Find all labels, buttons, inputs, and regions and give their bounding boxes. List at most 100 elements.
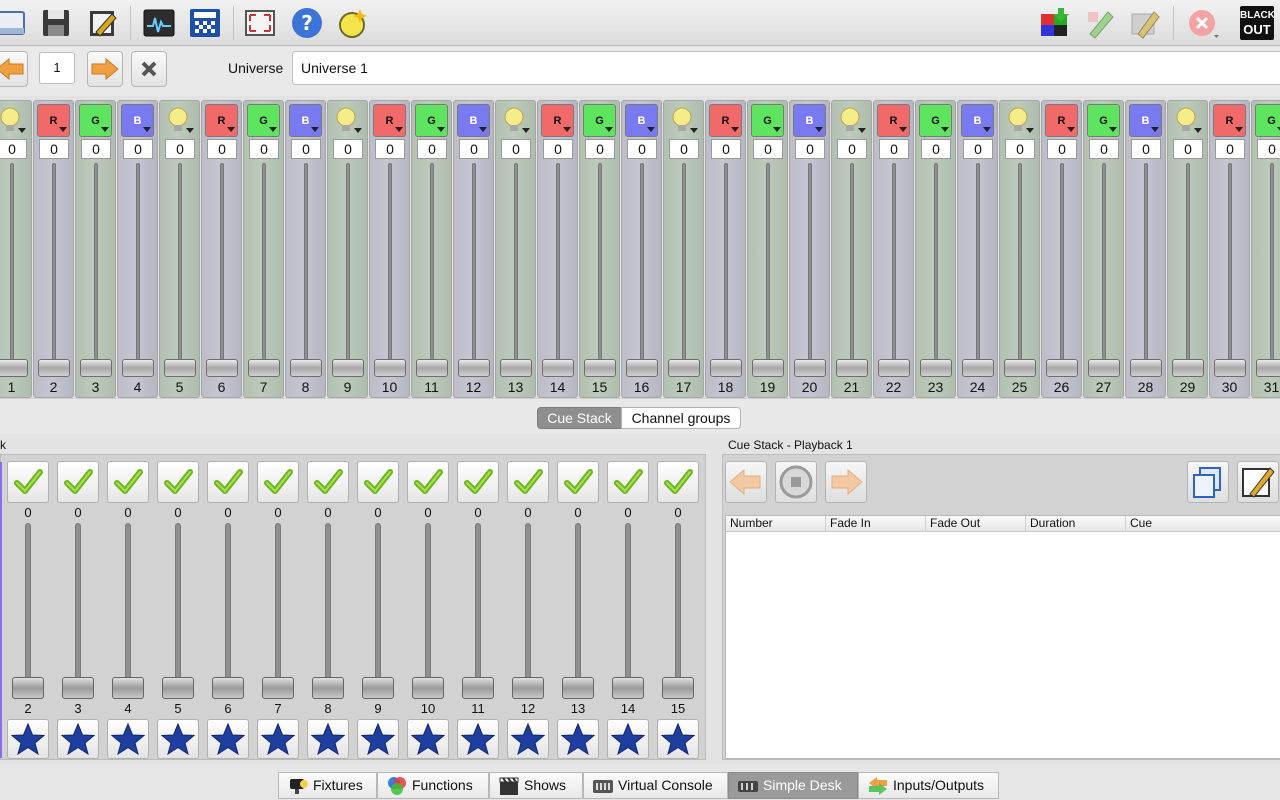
playback-fader-handle[interactable] [162, 677, 194, 699]
playback-fader-handle[interactable] [462, 677, 494, 699]
blue-channel-button[interactable]: B [961, 104, 994, 137]
playback-flash-button[interactable] [7, 719, 49, 759]
channel-fader-handle[interactable] [0, 359, 28, 377]
channel-fader-track[interactable] [682, 163, 686, 373]
channel-fader-track[interactable] [10, 163, 14, 373]
playback-flash-button[interactable] [207, 719, 249, 759]
channel-fader-handle[interactable] [626, 359, 658, 377]
playback-flash-button[interactable] [157, 719, 199, 759]
green-channel-button[interactable]: G [247, 104, 280, 137]
channel-fader-track[interactable] [934, 163, 938, 373]
playback-fader-handle[interactable] [562, 677, 594, 699]
channel-fader-handle[interactable] [1088, 359, 1120, 377]
dmx-dump-icon[interactable] [188, 6, 222, 40]
channel-fader-track[interactable] [556, 163, 560, 373]
playback-flash-button[interactable] [657, 719, 699, 759]
playback-select-button[interactable] [307, 461, 349, 503]
channel-fader-track[interactable] [1228, 163, 1232, 373]
channel-value-input[interactable]: 0 [1131, 139, 1161, 159]
channel-fader-handle[interactable] [752, 359, 784, 377]
red-channel-button[interactable]: R [1045, 104, 1078, 137]
pencil-grey-icon[interactable] [1128, 6, 1162, 40]
channel-fader-handle[interactable] [710, 359, 742, 377]
column-duration[interactable]: Duration [1026, 516, 1126, 532]
channel-fader-handle[interactable] [458, 359, 490, 377]
tab-fixtures[interactable]: Fixtures [278, 772, 377, 799]
channel-fader-track[interactable] [640, 163, 644, 373]
clone-cue-button[interactable] [1187, 461, 1229, 503]
channel-fader-track[interactable] [1144, 163, 1148, 373]
channel-fader-track[interactable] [136, 163, 140, 373]
green-channel-button[interactable]: G [1255, 104, 1280, 137]
playback-fader-track[interactable] [325, 523, 331, 689]
playback-fader-handle[interactable] [512, 677, 544, 699]
channel-fader-track[interactable] [94, 163, 98, 373]
channel-fader-handle[interactable] [206, 359, 238, 377]
channel-fader-handle[interactable] [122, 359, 154, 377]
channel-fader-handle[interactable] [248, 359, 280, 377]
channel-value-input[interactable]: 0 [963, 139, 993, 159]
red-channel-button[interactable]: R [373, 104, 406, 137]
green-channel-button[interactable]: G [751, 104, 784, 137]
universe-select[interactable]: Universe 1 [292, 51, 1280, 85]
playback-flash-button[interactable] [607, 719, 649, 759]
playback-flash-button[interactable] [357, 719, 399, 759]
channel-fader-handle[interactable] [38, 359, 70, 377]
channel-value-input[interactable]: 0 [81, 139, 111, 159]
next-page-button[interactable] [87, 51, 123, 87]
playback-fader-track[interactable] [475, 523, 481, 689]
red-channel-button[interactable]: R [37, 104, 70, 137]
channel-fader-track[interactable] [52, 163, 56, 373]
intensity-bulb-icon[interactable] [1003, 104, 1036, 137]
channel-value-input[interactable]: 0 [459, 139, 489, 159]
channel-fader-handle[interactable] [416, 359, 448, 377]
channel-value-input[interactable]: 0 [1257, 139, 1280, 159]
channel-value-input[interactable]: 0 [1173, 139, 1203, 159]
playback-fader-track[interactable] [375, 523, 381, 689]
playback-fader-handle[interactable] [112, 677, 144, 699]
channel-value-input[interactable]: 0 [291, 139, 321, 159]
channel-value-input[interactable]: 0 [501, 139, 531, 159]
stop-cue-button[interactable] [775, 461, 817, 503]
close-icon[interactable] [1186, 6, 1220, 40]
blue-channel-button[interactable]: B [289, 104, 322, 137]
channel-fader-track[interactable] [1186, 163, 1190, 373]
channel-value-input[interactable]: 0 [585, 139, 615, 159]
channel-fader-handle[interactable] [1172, 359, 1204, 377]
channel-value-input[interactable]: 0 [669, 139, 699, 159]
channel-fader-handle[interactable] [836, 359, 868, 377]
playback-select-button[interactable] [107, 461, 149, 503]
reset-page-button[interactable] [131, 51, 167, 87]
playback-fader-track[interactable] [525, 523, 531, 689]
playback-select-button[interactable] [657, 461, 699, 503]
channel-value-input[interactable]: 0 [627, 139, 657, 159]
previous-cue-button[interactable] [725, 461, 767, 503]
new-icon[interactable] [0, 6, 30, 40]
channel-fader-track[interactable] [1102, 163, 1106, 373]
playback-fader-track[interactable] [625, 523, 631, 689]
playback-fader-handle[interactable] [262, 677, 294, 699]
channel-value-input[interactable]: 0 [921, 139, 951, 159]
channel-value-input[interactable]: 0 [249, 139, 279, 159]
channel-fader-handle[interactable] [920, 359, 952, 377]
playback-select-button[interactable] [607, 461, 649, 503]
channel-fader-track[interactable] [430, 163, 434, 373]
channel-value-input[interactable]: 0 [543, 139, 573, 159]
fullscreen-icon[interactable] [243, 6, 277, 40]
channel-fader-track[interactable] [472, 163, 476, 373]
playback-fader-track[interactable] [175, 523, 181, 689]
channel-fader-track[interactable] [976, 163, 980, 373]
channel-fader-track[interactable] [388, 163, 392, 373]
channel-value-input[interactable]: 0 [711, 139, 741, 159]
playback-flash-button[interactable] [457, 719, 499, 759]
playback-select-button[interactable] [57, 461, 99, 503]
blue-channel-button[interactable]: B [625, 104, 658, 137]
intensity-bulb-icon[interactable] [1171, 104, 1204, 137]
channel-fader-handle[interactable] [542, 359, 574, 377]
playback-select-button[interactable] [557, 461, 599, 503]
red-channel-button[interactable]: R [205, 104, 238, 137]
playback-flash-button[interactable] [307, 719, 349, 759]
playback-select-button[interactable] [457, 461, 499, 503]
red-channel-button[interactable]: R [877, 104, 910, 137]
help-icon[interactable]: ? [290, 6, 324, 40]
